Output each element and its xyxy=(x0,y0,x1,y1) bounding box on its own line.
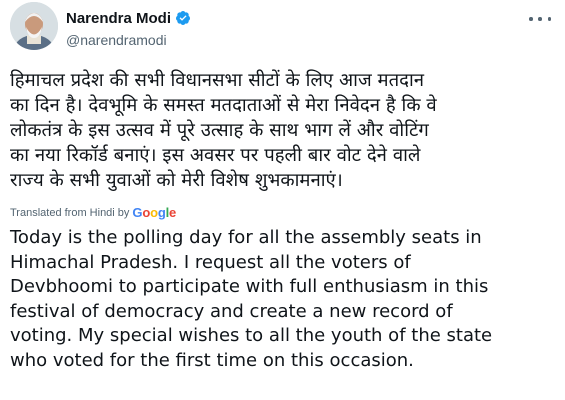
translation-label: Translated from Hindi by xyxy=(10,206,130,219)
google-logo-letter: g xyxy=(157,205,166,220)
google-logo-icon: Google xyxy=(132,205,176,220)
tweet-original-text: हिमाचल प्रदेश की सभी विधानसभा सीटों के ल… xyxy=(10,70,437,191)
more-options-button[interactable] xyxy=(529,12,551,26)
verified-badge-icon xyxy=(176,11,191,25)
author-name-row: Narendra Modi xyxy=(66,8,191,28)
tweet-card: Narendra Modi @narendramodi हिमाचल प्रदे… xyxy=(0,0,565,400)
author-display-name[interactable]: Narendra Modi xyxy=(66,10,171,27)
profile-photo-icon xyxy=(10,2,58,50)
more-options-dot xyxy=(547,17,551,21)
tweet-translated-text: Today is the polling day for all the ass… xyxy=(10,227,493,371)
author-info: Narendra Modi @narendramodi xyxy=(66,8,191,48)
tweet-header: Narendra Modi @narendramodi xyxy=(8,0,557,58)
more-options-dot xyxy=(538,17,542,21)
author-handle[interactable]: @narendramodi xyxy=(66,32,191,48)
translation-attribution[interactable]: Translated from Hindi by Google xyxy=(10,205,176,220)
google-logo-letter: G xyxy=(132,205,143,220)
avatar[interactable] xyxy=(10,2,58,50)
more-options-icon xyxy=(529,17,533,21)
google-logo-letter: o xyxy=(150,205,158,220)
google-logo-letter: e xyxy=(169,205,177,220)
google-logo-letter: o xyxy=(142,205,151,220)
